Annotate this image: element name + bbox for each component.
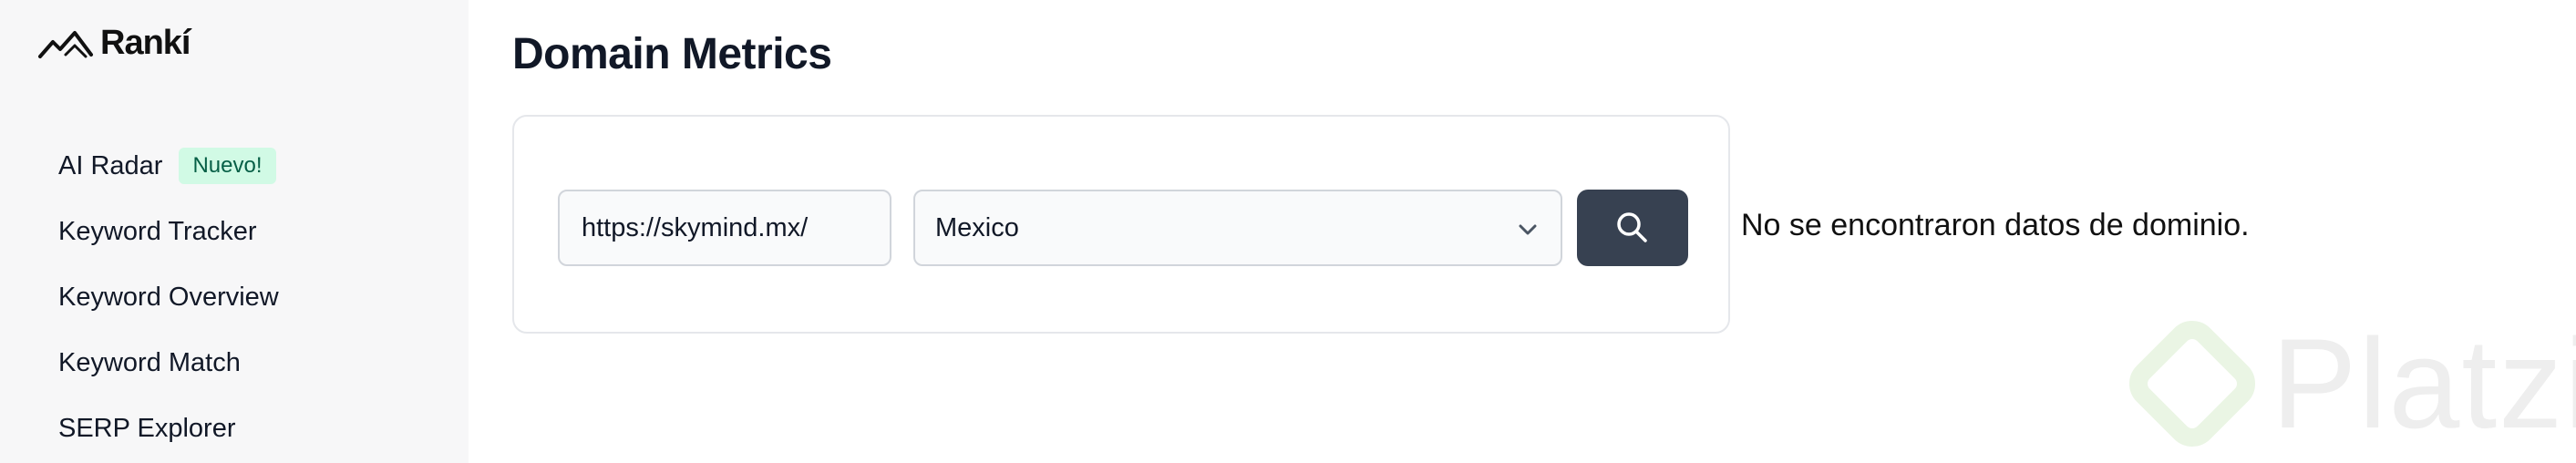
logo-text: Rankí [100,24,191,62]
logo[interactable]: Rankí [38,24,191,63]
sidebar-item-label: SERP Explorer [58,413,236,443]
sidebar-item-keyword-tracker[interactable]: Keyword Tracker [58,199,279,264]
sidebar-item-label: Keyword Match [58,347,241,377]
sidebar-item-label: Keyword Overview [58,282,279,312]
sidebar: Rankí AI Radar Nuevo! Keyword Tracker Ke… [0,0,469,463]
sidebar-nav: AI Radar Nuevo! Keyword Tracker Keyword … [58,133,279,461]
country-select[interactable]: Mexico [913,190,1562,266]
sidebar-item-label: AI Radar [58,150,163,180]
platzi-watermark: Platzi [2124,310,2576,458]
country-select-value: Mexico [935,212,1019,242]
app-root: Rankí AI Radar Nuevo! Keyword Tracker Ke… [0,0,2576,463]
search-button[interactable] [1577,190,1688,266]
sidebar-item-label: Keyword Tracker [58,216,257,246]
sidebar-item-keyword-overview[interactable]: Keyword Overview [58,264,279,330]
sidebar-item-serp-explorer[interactable]: SERP Explorer [58,396,279,461]
search-icon [1617,212,1647,242]
sidebar-item-keyword-match[interactable]: Keyword Match [58,330,279,396]
domain-url-input[interactable] [558,190,891,266]
page-title: Domain Metrics [512,30,832,78]
new-badge: Nuevo! [179,148,276,184]
mountain-logo-icon [38,30,93,58]
platzi-logo-icon [2128,320,2256,448]
empty-state-message: No se encontraron datos de dominio. [1741,208,2250,242]
chevron-down-icon [1519,224,1537,235]
sidebar-item-ai-radar[interactable]: AI Radar Nuevo! [58,133,279,199]
watermark-text: Platzi [2272,312,2576,455]
